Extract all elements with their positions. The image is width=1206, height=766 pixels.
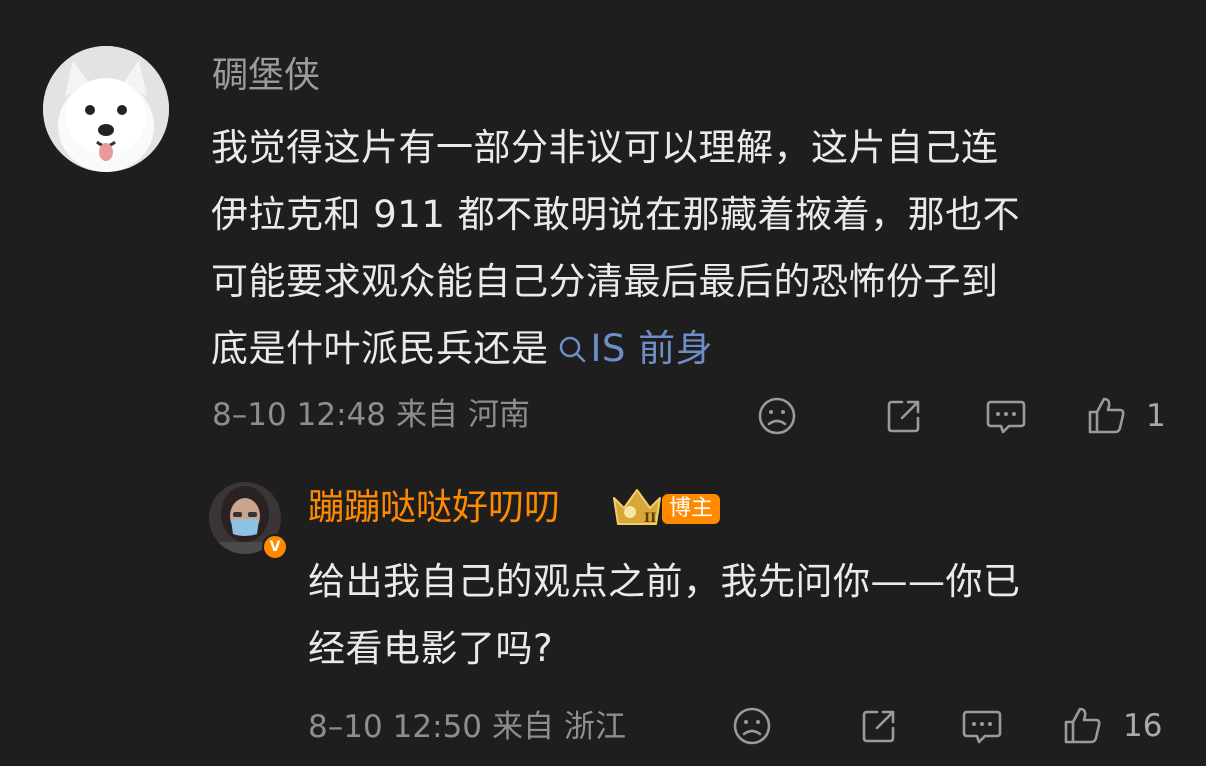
topic-link[interactable]: IS 前身: [549, 327, 714, 370]
comment-icon: [962, 710, 1002, 744]
comment-button[interactable]: [985, 396, 1027, 436]
thumbs-up-icon: [1088, 397, 1125, 434]
time: 12:50: [392, 709, 483, 745]
like-count: 1: [1146, 398, 1166, 434]
comment-line: 我觉得这片有一部分非议可以理解，这片自己连: [211, 126, 999, 169]
frown-icon: [733, 707, 771, 745]
username[interactable]: 蹦蹦哒哒好叨叨: [308, 490, 560, 526]
search-icon: [559, 336, 585, 363]
comment-line-prefix: 底是什叶派民兵还是: [211, 327, 549, 370]
crown-icon: II: [610, 486, 664, 530]
comment-text: 我觉得这片有一部分非议可以理解，这片自己连 伊拉克和 911 都不敢明说在那藏着…: [211, 114, 1171, 382]
topic-link-label: IS 前身: [590, 327, 714, 370]
comment-meta: 8–10 12:48 来自 河南: [212, 400, 540, 431]
like-button[interactable]: [1062, 704, 1104, 746]
time: 12:48: [296, 397, 387, 433]
username[interactable]: 碉堡侠: [212, 58, 320, 94]
comment-button[interactable]: [961, 706, 1003, 746]
dislike-button[interactable]: [732, 706, 772, 746]
verified-icon: V: [262, 534, 288, 560]
svg-text:II: II: [644, 511, 656, 526]
comment-meta: 8–10 12:50 来自 浙江: [308, 712, 636, 743]
comment-text: 给出我自己的观点之前，我先问你——你已 经看电影了吗?: [308, 548, 1168, 682]
comment-line: 可能要求观众能自己分清最后最后的恐怖份子到: [211, 260, 999, 303]
share-icon: [862, 710, 895, 743]
comment-1: 碉堡侠 我觉得这片有一部分非议可以理解，这片自己连 伊拉克和 911 都不敢明说…: [0, 0, 1206, 450]
location: 浙江: [564, 709, 627, 745]
avatar[interactable]: [43, 46, 169, 172]
blogger-badge: 博主: [662, 494, 721, 524]
comment-icon: [986, 400, 1026, 434]
comment-2: V 蹦蹦哒哒好叨叨 II 博主 给出我自己的观点之前，我先问你——你已 经看电影…: [0, 450, 1206, 766]
share-icon: [887, 400, 920, 433]
comment-line: 经看电影了吗?: [308, 627, 554, 670]
dog-avatar-image: [43, 46, 169, 172]
like-button[interactable]: [1086, 394, 1128, 436]
date: 8–10: [212, 397, 287, 433]
share-button[interactable]: [884, 396, 924, 436]
frown-icon: [758, 397, 796, 435]
like-count: 16: [1123, 708, 1163, 744]
from-label: 来自: [396, 397, 459, 433]
comment-line: 底是什叶派民兵还是 IS 前身: [211, 315, 1171, 382]
thumbs-up-icon: [1064, 707, 1101, 744]
date: 8–10: [308, 709, 383, 745]
comment-line: 给出我自己的观点之前，我先问你——你已: [308, 560, 1021, 603]
from-label: 来自: [492, 709, 555, 745]
comment-line: 伊拉克和 911 都不敢明说在那藏着掖着，那也不: [211, 193, 1021, 236]
dislike-button[interactable]: [757, 396, 797, 436]
share-button[interactable]: [859, 706, 899, 746]
location: 河南: [468, 397, 531, 433]
